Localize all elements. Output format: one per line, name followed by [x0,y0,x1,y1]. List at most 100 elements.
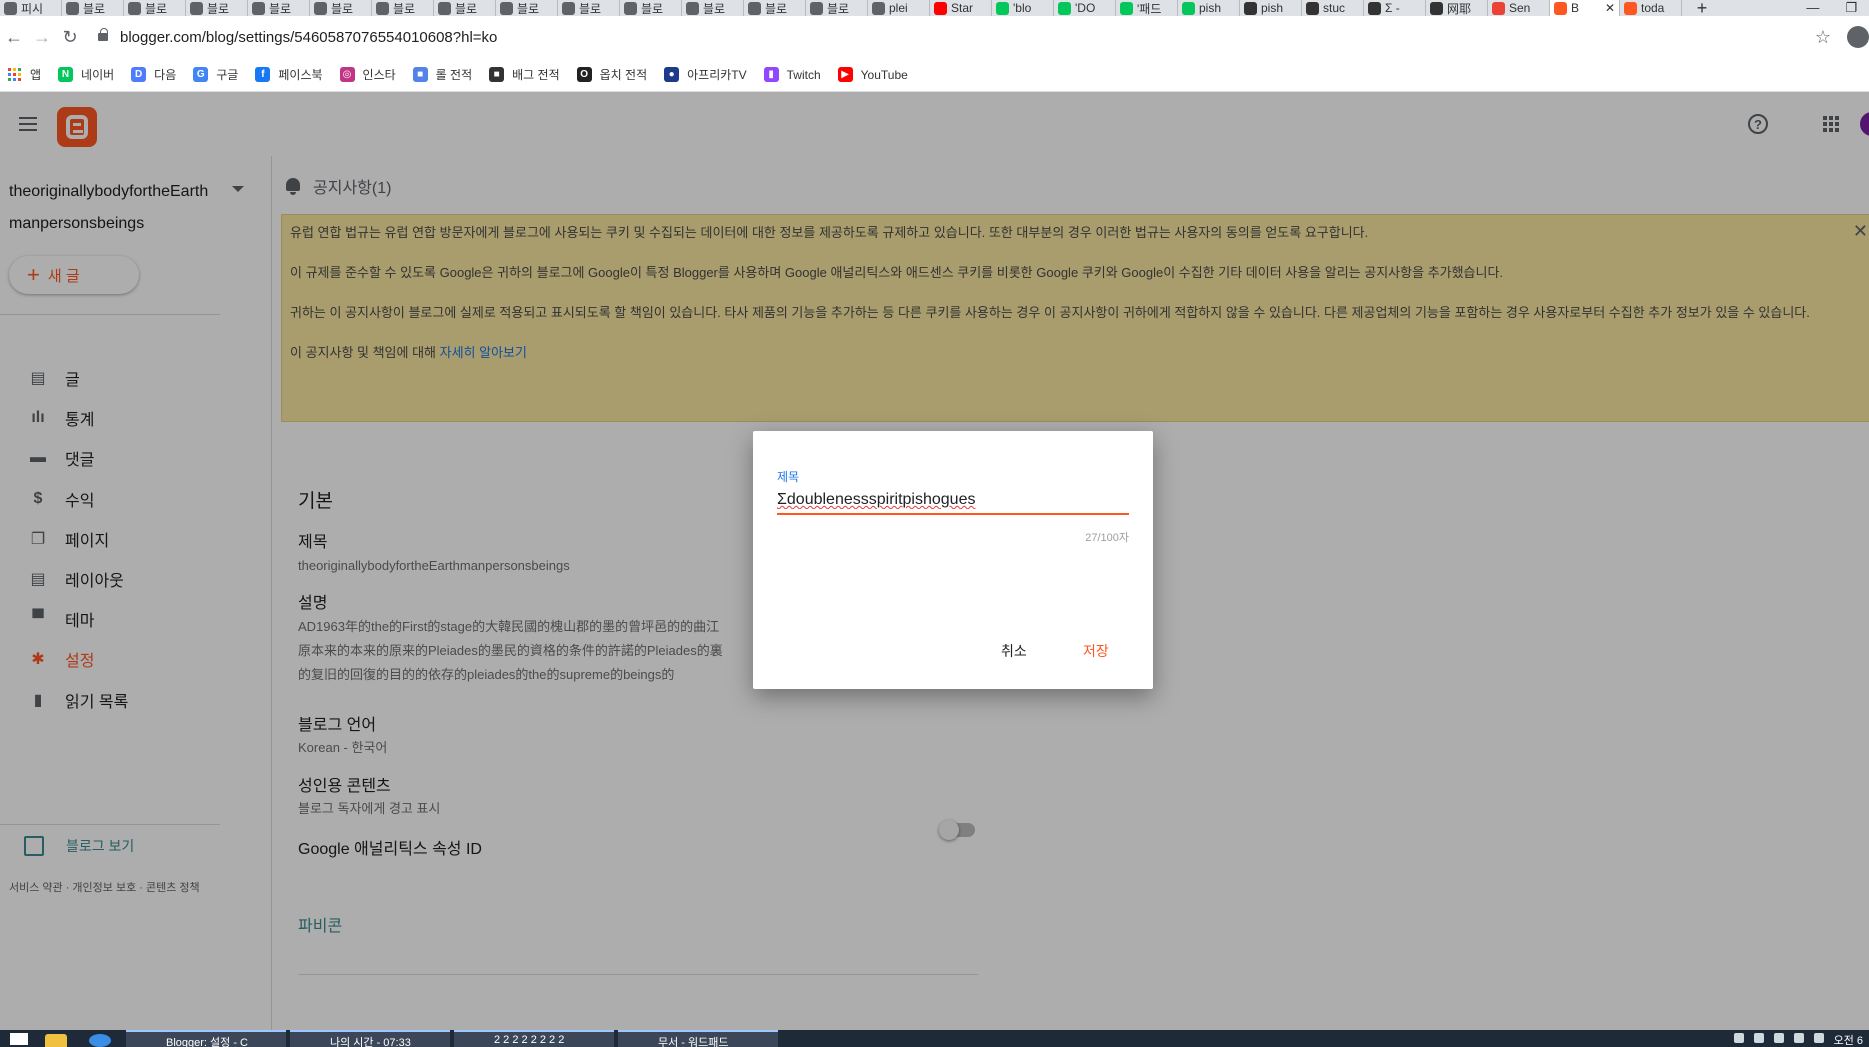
tab-favicon-icon [438,1,451,15]
tab-favicon-icon [1492,1,1505,15]
edit-title-dialog: 제목 27/100자 취소 저장 [753,431,1153,689]
close-tab-icon[interactable]: ✕ [1605,1,1615,15]
browser-tab[interactable]: 'blo [992,0,1054,16]
browser-tab[interactable]: Sen [1488,0,1550,16]
tab-favicon-icon [1120,1,1133,15]
bookmarks-bar: 앱 N 네이버 D 다음 G 구글 f 페이스북 ◎ 인스타 ■ 롤 전적 ■ 배그 전적 O 옵치 전적 ● 아프… [0,58,1869,92]
windows-start-icon[interactable] [4,1030,34,1047]
tab-label: pish [1199,1,1222,15]
browser-tab[interactable]: 블로 [124,0,186,16]
browser-tab[interactable]: 블로 [248,0,310,16]
browser-tab[interactable]: 블로 [372,0,434,16]
profile-icon[interactable] [1847,26,1869,48]
browser-tab[interactable]: 블로 [744,0,806,16]
bookmark-item[interactable]: D 다음 [131,66,176,83]
bookmark-label: 구글 [216,68,239,82]
tab-favicon-icon [686,1,699,15]
tray-icon[interactable] [1733,1033,1744,1043]
bookmark-star-icon[interactable]: ☆ [1815,27,1831,48]
file-explorer-icon[interactable] [34,1030,78,1047]
browser-tab[interactable]: 블로 [496,0,558,16]
title-input[interactable] [777,487,1129,515]
tab-label: Star [951,1,974,15]
bookmark-item[interactable]: N 네이버 [58,66,114,83]
bookmark-item[interactable]: ▮ Twitch [763,67,821,82]
taskbar-app[interactable]: 2 2 2 2 2 2 2 2 [454,1030,614,1047]
bookmark-item[interactable]: f 페이스북 [255,66,323,83]
lock-icon [98,28,108,41]
cancel-button[interactable]: 취소 [1001,641,1027,661]
browser-tab[interactable]: '패드 [1116,0,1178,16]
tray-icon[interactable] [1813,1033,1824,1043]
browser-tab[interactable]: 블로 [806,0,868,16]
browser-tab[interactable]: 블로 [186,0,248,16]
internet-explorer-icon[interactable] [78,1030,122,1047]
maximize-icon[interactable]: ❐ [1845,0,1857,16]
browser-tab[interactable]: Σ - [1364,0,1426,16]
browser-tab-active[interactable]: B ✕ [1550,0,1620,16]
bookmark-item[interactable]: ■ 롤 전적 [412,66,472,83]
tab-favicon-icon [314,1,327,15]
bookmark-item[interactable]: ■ 배그 전적 [489,66,560,83]
tab-favicon-icon [500,1,513,15]
new-tab-button[interactable]: + [1682,0,1722,16]
tab-label: 블로 [455,1,478,16]
taskbar-app[interactable]: 무서 - 워드패드 [618,1030,778,1047]
tab-label: B [1571,1,1580,15]
forward-arrow-icon[interactable]: → [28,27,56,48]
browser-tab[interactable]: 피시 [0,0,62,16]
bookmark-item[interactable]: 앱 [8,66,41,83]
tray-icon[interactable] [1793,1033,1804,1043]
bookmark-item[interactable]: G 구글 [193,66,238,83]
browser-toolbar: ← → ↻ blogger.com/blog/settings/54605870… [0,16,1869,58]
bookmark-label: 다음 [154,68,177,82]
tab-favicon-icon [1554,1,1567,15]
tab-label: 블로 [517,1,540,16]
tab-favicon-icon [1430,1,1443,15]
bookmark-label: 네이버 [81,68,115,82]
overwatch-icon: O [576,67,592,82]
bookmark-label: Twitch [786,67,821,82]
browser-tab[interactable]: 网耶 [1426,0,1488,16]
tray-icon[interactable] [1773,1033,1784,1043]
browser-tab[interactable]: 'DO [1054,0,1116,16]
browser-tab[interactable]: stuc [1302,0,1364,16]
bookmark-item[interactable]: ▶ YouTube [837,67,908,82]
bookmark-label: 앱 [30,68,42,82]
bookmark-item[interactable]: O 옵치 전적 [576,66,647,83]
tab-label: 블로 [393,1,416,16]
minimize-icon[interactable]: — [1806,0,1819,16]
browser-tab[interactable]: pish [1178,0,1240,16]
taskbar-app[interactable]: Blogger: 설정 - C [126,1030,286,1047]
browser-tab[interactable]: 블로 [434,0,496,16]
twitch-icon: ▮ [763,67,779,82]
bookmark-label: YouTube [860,67,908,82]
tab-favicon-icon [996,1,1009,15]
youtube-icon: ▶ [837,67,853,82]
browser-tab[interactable]: pish [1240,0,1302,16]
browser-tab[interactable]: 블로 [62,0,124,16]
browser-tab[interactable]: plei [868,0,930,16]
tab-label: Σ - [1385,1,1400,15]
tab-favicon-icon [810,1,823,15]
tray-icon[interactable] [1753,1033,1764,1043]
browser-tab[interactable]: 블로 [558,0,620,16]
browser-tab[interactable]: Star [930,0,992,16]
tab-label: 블로 [579,1,602,16]
taskbar-clock[interactable]: 오전 6 [1834,1030,1869,1047]
bookmark-item[interactable]: ◎ 인스타 [339,66,396,83]
tab-favicon-icon [872,1,885,15]
browser-tab[interactable]: 블로 [620,0,682,16]
bookmark-item[interactable]: ● 아프리카TV [664,66,747,83]
browser-tab[interactable]: 블로 [682,0,744,16]
tab-favicon-icon [1368,1,1381,15]
browser-tab[interactable]: 블로 [310,0,372,16]
address-bar[interactable]: blogger.com/blog/settings/54605870765540… [92,22,1815,52]
bookmark-label: 배그 전적 [512,68,560,82]
taskbar-app[interactable]: 나의 시간 - 07:33 [290,1030,450,1047]
reload-icon[interactable]: ↻ [56,27,84,48]
back-arrow-icon[interactable]: ← [0,27,28,48]
save-button[interactable]: 저장 [1083,641,1109,661]
browser-tab[interactable]: toda [1620,0,1682,16]
browser-tab-strip: 피시 블로 블로 블로 블로 블로 블로 블로 블로 블로 블로 블로 블로 블로 plei Star 'blo… [0,0,1869,16]
